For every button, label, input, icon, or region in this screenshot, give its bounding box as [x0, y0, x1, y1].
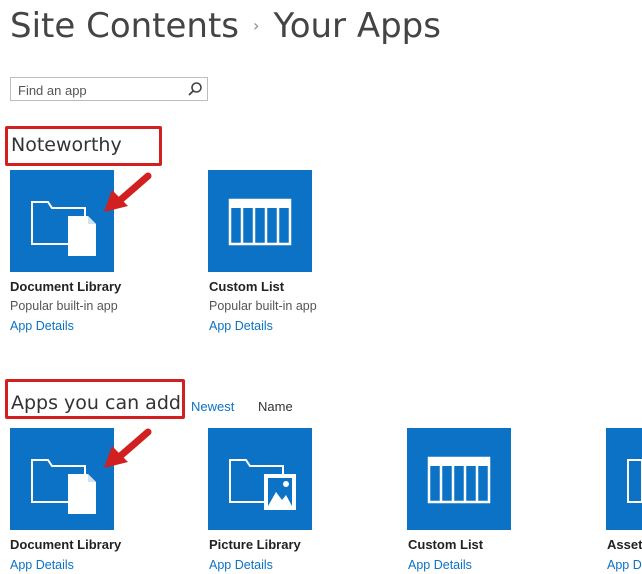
page-title: Site Contents › Your Apps — [10, 6, 441, 46]
app-details-link[interactable]: App Details — [209, 319, 273, 333]
app-description: Popular built-in app — [209, 299, 317, 313]
app-details-link[interactable]: App D — [607, 558, 642, 572]
app-details-link[interactable]: App Details — [10, 558, 74, 572]
app-name[interactable]: Custom List — [408, 537, 483, 552]
app-tile-custom-list[interactable] — [407, 428, 511, 530]
sort-name-link[interactable]: Name — [258, 399, 293, 414]
search-input[interactable] — [16, 79, 180, 101]
app-tile-custom-list[interactable] — [208, 170, 312, 272]
app-name[interactable]: Document Library — [10, 537, 121, 552]
app-tile-asset-library[interactable] — [606, 428, 642, 530]
breadcrumb-separator-icon: › — [253, 16, 260, 35]
custom-list-icon — [427, 456, 491, 504]
app-tile-document-library[interactable] — [10, 428, 114, 530]
app-search-box — [10, 77, 208, 101]
app-details-link[interactable]: App Details — [408, 558, 472, 572]
picture-library-icon — [229, 459, 296, 510]
breadcrumb-your-apps: Your Apps — [273, 6, 441, 46]
app-name[interactable]: Asset — [607, 537, 642, 552]
breadcrumb-site-contents[interactable]: Site Contents — [10, 6, 239, 46]
sort-newest-link[interactable]: Newest — [191, 399, 234, 414]
app-name[interactable]: Custom List — [209, 279, 284, 294]
app-details-link[interactable]: App Details — [209, 558, 273, 572]
search-icon[interactable] — [187, 81, 203, 97]
app-details-link[interactable]: App Details — [10, 319, 74, 333]
app-tile-document-library[interactable] — [10, 170, 114, 272]
document-library-icon — [31, 201, 96, 256]
app-tile-picture-library[interactable] — [208, 428, 312, 530]
document-library-icon — [31, 459, 96, 514]
red-arrow-icon — [104, 428, 152, 468]
app-name[interactable]: Picture Library — [209, 537, 301, 552]
custom-list-icon — [228, 198, 292, 246]
app-name[interactable]: Document Library — [10, 279, 121, 294]
noteworthy-heading: Noteworthy — [11, 134, 122, 156]
asset-library-icon — [627, 459, 642, 503]
app-description: Popular built-in app — [10, 299, 118, 313]
apps-you-can-add-heading: Apps you can add — [11, 392, 181, 414]
red-arrow-icon — [104, 172, 152, 212]
